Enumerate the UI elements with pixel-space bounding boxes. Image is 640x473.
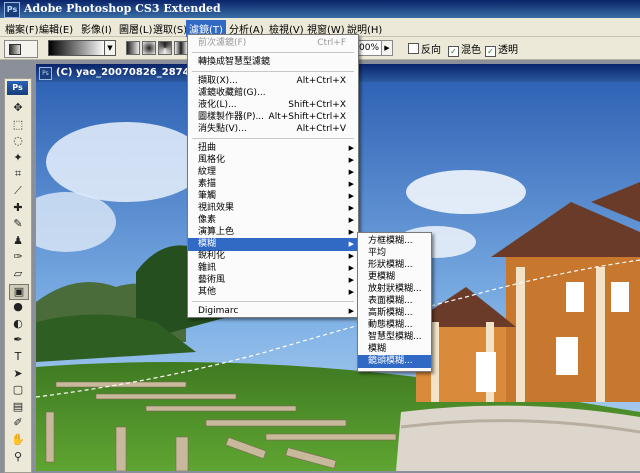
- blur-icon[interactable]: ●: [9, 300, 27, 314]
- checkbox-box: ✓: [485, 46, 496, 57]
- document-icon: Ps: [39, 67, 52, 80]
- filter-menu: 前次濾鏡(F) Ctrl+F 轉換成智慧型濾鏡 擷取(X)... Alt+Ctrl+X 濾…: [187, 34, 359, 318]
- photoshop-logo: Ps: [7, 81, 28, 95]
- radial-gradient-button[interactable]: [142, 41, 156, 55]
- magic-wand-icon[interactable]: ✦: [9, 151, 27, 165]
- gradient-tool-icon: [9, 44, 21, 55]
- filter_menu-item-2[interactable]: 轉換成智慧型濾鏡: [188, 56, 358, 69]
- chevron-down-icon: ▼: [107, 44, 113, 52]
- menu-1[interactable]: 編輯(E): [36, 20, 76, 37]
- reverse-checkbox[interactable]: 反向: [408, 41, 441, 56]
- history-brush-icon[interactable]: ✑: [9, 250, 27, 264]
- menu-item-shortcut: Alt+Ctrl+V: [296, 124, 346, 134]
- menu-separator: [192, 52, 354, 53]
- menu-item-label: 鏡頭模糊...: [368, 356, 413, 366]
- menu-item-label: Digimarc: [198, 306, 239, 316]
- gradient-icon[interactable]: ▣: [9, 283, 29, 300]
- menu-2[interactable]: 影像(I): [78, 20, 115, 37]
- stamp-icon[interactable]: ♟: [9, 234, 27, 248]
- marquee-icon[interactable]: ⬚: [9, 118, 27, 132]
- submenu-arrow-icon: ▶: [348, 288, 354, 296]
- menu-separator: [192, 138, 354, 139]
- menu-item-label: 其他: [198, 287, 217, 297]
- menu-item-shortcut: Ctrl+F: [317, 38, 346, 48]
- blur_submenu-item-10[interactable]: 鏡頭模糊...: [358, 355, 431, 368]
- menu-item-label: 轉換成智慧型濾鏡: [198, 57, 271, 67]
- dither-checkbox[interactable]: ✓ 混色: [448, 41, 481, 57]
- cloud: [46, 122, 206, 202]
- photoshop-app-icon: Ps: [4, 2, 20, 18]
- slice-icon[interactable]: ⟋: [9, 184, 27, 198]
- notes-icon[interactable]: ▤: [9, 400, 27, 414]
- menu-separator: [192, 301, 354, 302]
- gradient-swatch[interactable]: [48, 40, 106, 56]
- crop-icon[interactable]: ⌗: [9, 167, 27, 181]
- angle-gradient-button[interactable]: [158, 41, 172, 55]
- submenu-arrow-icon: ▶: [348, 307, 354, 315]
- app-title: Adobe Photoshop CS3 Extended: [24, 2, 221, 15]
- blur-submenu: 方框模糊... 平均 形狀模糊... 更模糊 放射狀模糊... 表面模糊... 高斯模糊..…: [357, 232, 432, 372]
- filter_menu-item-24[interactable]: Digimarc ▶: [188, 305, 358, 318]
- zoom-icon[interactable]: ⚲: [9, 450, 27, 464]
- eyedropper-icon[interactable]: ✐: [9, 416, 27, 430]
- transparency-checkbox[interactable]: ✓ 透明: [485, 41, 518, 57]
- pen-icon[interactable]: ✒: [9, 333, 27, 347]
- dodge-icon[interactable]: ◐: [9, 317, 27, 331]
- brush-icon[interactable]: ✎: [9, 217, 27, 231]
- checkbox-box: [408, 43, 419, 54]
- toolbox-panel: Ps ✥ ⬚ ◌ ✦ ⌗ ⟋ ✚ ✎ ♟ ✑ ▱ ▣ ● ◐ ✒ T ➤ ▢ ▤ ✐ ✋ ⚲: [4, 78, 32, 473]
- path-select-icon[interactable]: ➤: [9, 367, 27, 381]
- app-title-bar: Ps Adobe Photoshop CS3 Extended: [0, 0, 640, 18]
- lasso-icon[interactable]: ◌: [9, 134, 27, 148]
- move-icon[interactable]: ✥: [9, 101, 27, 115]
- filter_menu-item-8[interactable]: 消失點(V)... Alt+Ctrl+V: [188, 123, 358, 136]
- tool-preset-picker[interactable]: [4, 40, 38, 58]
- opacity-dropdown-button[interactable]: ▶: [381, 40, 393, 56]
- shape-icon[interactable]: ▢: [9, 383, 27, 397]
- filter_menu-item-22[interactable]: 其他 ▶: [188, 286, 358, 299]
- opacity-field[interactable]: 00%: [356, 40, 382, 56]
- checkbox-box: ✓: [448, 46, 459, 57]
- type-icon[interactable]: T: [9, 350, 27, 364]
- menu-item-label: 前次濾鏡(F): [198, 38, 247, 48]
- eraser-icon[interactable]: ▱: [9, 267, 27, 281]
- cloud: [406, 170, 526, 214]
- hand-icon[interactable]: ✋: [9, 433, 27, 447]
- menu-item-label: 消失點(V)...: [198, 124, 247, 134]
- healing-icon[interactable]: ✚: [9, 201, 27, 215]
- gradient-dropdown-button[interactable]: ▼: [104, 40, 116, 56]
- linear-gradient-button[interactable]: [126, 41, 140, 55]
- menu-separator: [192, 71, 354, 72]
- chevron-right-icon: ▶: [384, 44, 390, 52]
- filter_menu-item-0[interactable]: 前次濾鏡(F) Ctrl+F: [188, 37, 358, 50]
- reflected-gradient-button[interactable]: [174, 41, 188, 55]
- menu-4[interactable]: 選取(S): [150, 20, 190, 37]
